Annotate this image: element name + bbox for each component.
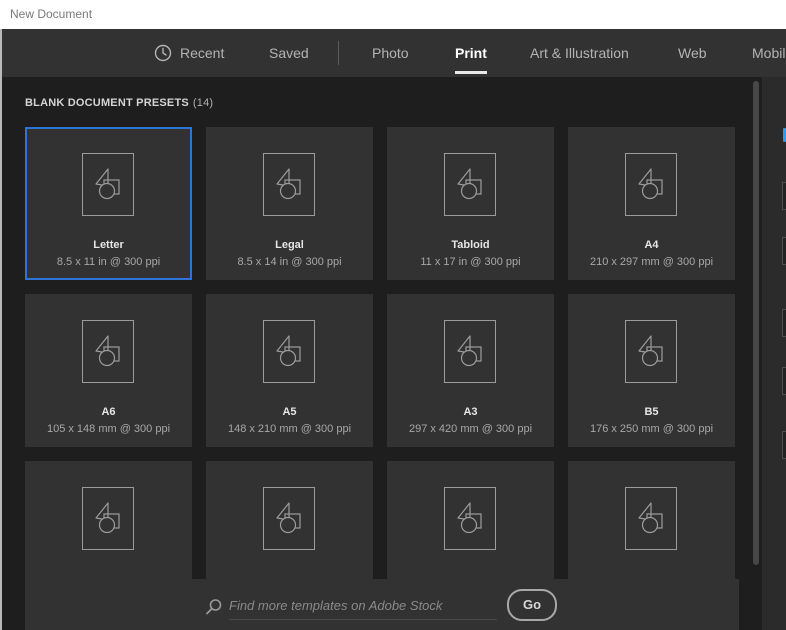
document-icon (82, 153, 134, 216)
scrollbar-thumb[interactable] (753, 81, 759, 565)
document-icon (263, 320, 315, 383)
tab-art-illustration[interactable]: Art & Illustration (530, 29, 629, 77)
preset-card[interactable]: A5 148 x 210 mm @ 300 ppi (206, 294, 373, 447)
document-icon (82, 320, 134, 383)
preset-name: Legal (275, 239, 304, 251)
details-field[interactable] (782, 182, 786, 210)
document-icon (444, 320, 496, 383)
preset-dimensions: 176 x 250 mm @ 300 ppi (589, 423, 714, 435)
tab-web[interactable]: Web (678, 29, 707, 77)
stock-search-bar: Go (25, 579, 739, 630)
preset-name: A4 (644, 239, 659, 251)
preset-name: Letter (93, 239, 124, 251)
preset-name: A6 (101, 406, 116, 418)
category-tab-bar: Recent Saved Photo Print Art & Illustrat… (2, 29, 786, 77)
preset-grid: Letter 8.5 x 11 in @ 300 ppi Legal 8.5 x 14… (2, 77, 752, 630)
preset-card[interactable]: A4 210 x 297 mm @ 300 ppi (568, 127, 735, 280)
details-field[interactable] (782, 309, 786, 337)
preset-card[interactable]: Legal 8.5 x 14 in @ 300 ppi (206, 127, 373, 280)
tab-recent[interactable]: Recent (180, 29, 224, 77)
preset-dimensions: 8.5 x 11 in @ 300 ppi (56, 256, 161, 268)
preset-dimensions: 8.5 x 14 in @ 300 ppi (237, 256, 342, 268)
preset-dimensions: 105 x 148 mm @ 300 ppi (46, 423, 171, 435)
tab-saved[interactable]: Saved (269, 29, 309, 77)
preset-dimensions: 148 x 210 mm @ 300 ppi (227, 423, 352, 435)
tab-separator (338, 41, 339, 65)
tab-print[interactable]: Print (455, 29, 487, 77)
go-button[interactable]: Go (507, 589, 557, 621)
window-title: New Document (10, 7, 93, 21)
preset-card[interactable]: Letter 8.5 x 11 in @ 300 ppi (25, 127, 192, 280)
preset-name: A3 (463, 406, 478, 418)
document-icon (444, 487, 496, 550)
preset-card[interactable]: A6 105 x 148 mm @ 300 ppi (25, 294, 192, 447)
preset-details-panel (762, 77, 786, 630)
document-icon (625, 487, 677, 550)
document-icon (444, 153, 496, 216)
stock-search-input[interactable] (229, 591, 497, 620)
preset-dimensions: 297 x 420 mm @ 300 ppi (408, 423, 533, 435)
document-icon (82, 487, 134, 550)
details-field[interactable] (782, 367, 786, 395)
preset-card[interactable]: B5 176 x 250 mm @ 300 ppi (568, 294, 735, 447)
preset-name: A5 (282, 406, 297, 418)
preset-name: Tabloid (451, 239, 490, 251)
clock-icon (154, 44, 172, 62)
tab-photo[interactable]: Photo (372, 29, 409, 77)
title-bar: New Document (0, 0, 786, 29)
preset-dimensions: 210 x 297 mm @ 300 ppi (589, 256, 714, 268)
search-icon (206, 599, 222, 615)
document-icon (625, 153, 677, 216)
preset-card[interactable]: A3 297 x 420 mm @ 300 ppi (387, 294, 554, 447)
preset-dimensions: 11 x 17 in @ 300 ppi (420, 256, 521, 268)
document-icon (263, 153, 315, 216)
tab-mobile[interactable]: Mobil (752, 29, 785, 77)
preset-name: B5 (644, 406, 659, 418)
details-field[interactable] (782, 237, 786, 265)
document-icon (625, 320, 677, 383)
scrollbar[interactable] (753, 81, 759, 565)
presets-panel: BLANK DOCUMENT PRESETS (14) Letter 8.5 x 1… (2, 77, 762, 630)
details-field[interactable] (782, 431, 786, 459)
document-icon (263, 487, 315, 550)
preset-card[interactable]: Tabloid 11 x 17 in @ 300 ppi (387, 127, 554, 280)
